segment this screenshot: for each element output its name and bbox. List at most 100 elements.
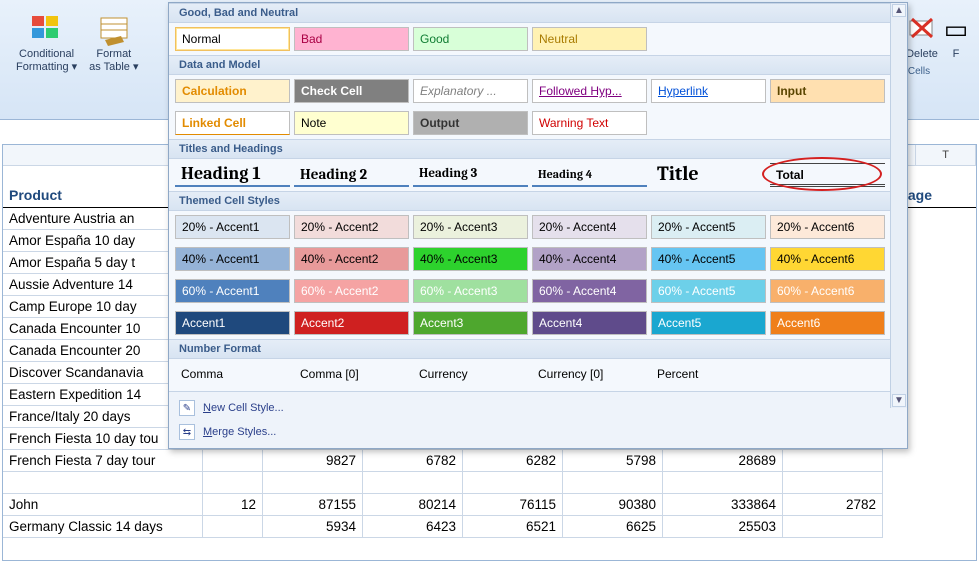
cell-value[interactable]: 80214 — [363, 494, 463, 516]
style-currency[interactable]: Currency — [413, 363, 528, 387]
table-row[interactable]: Germany Classic 14 days 59346423652166252… — [3, 516, 976, 538]
style-20-accent3[interactable]: 20% - Accent3 — [413, 215, 528, 239]
cell-value[interactable] — [363, 472, 463, 494]
style-accent3[interactable]: Accent3 — [413, 311, 528, 335]
cell-value[interactable] — [263, 472, 363, 494]
style-60-accent2[interactable]: 60% - Accent2 — [294, 279, 409, 303]
colhead-t[interactable]: T — [916, 145, 976, 165]
table-row[interactable]: French Fiesta 7 day tour 9827678262825798… — [3, 450, 976, 472]
category-themed: Themed Cell Styles — [169, 191, 907, 211]
cell-value[interactable]: 6782 — [363, 450, 463, 472]
cell-product[interactable]: French Fiesta 7 day tour — [3, 450, 203, 472]
table-row[interactable] — [3, 472, 976, 494]
style-20-accent6[interactable]: 20% - Accent6 — [770, 215, 885, 239]
new-cell-style-label: New Cell Style... — [203, 402, 284, 414]
style-40-accent1[interactable]: 40% - Accent1 — [175, 247, 290, 271]
conditional-formatting-button[interactable]: Conditional Formatting ▾ — [10, 6, 83, 77]
style-accent1[interactable]: Accent1 — [175, 311, 290, 335]
cell-value[interactable] — [783, 450, 883, 472]
style-warning-text[interactable]: Warning Text — [532, 111, 647, 135]
style-comma[interactable]: Comma — [175, 363, 290, 387]
cell-value[interactable]: 6423 — [363, 516, 463, 538]
style-accent5[interactable]: Accent5 — [651, 311, 766, 335]
style-40-accent4[interactable]: 40% - Accent4 — [532, 247, 647, 271]
cell-value[interactable] — [663, 472, 783, 494]
style-heading3[interactable]: Heading 3 — [413, 163, 528, 187]
style-explanatory[interactable]: Explanatory ... — [413, 79, 528, 103]
style-20-accent1[interactable]: 20% - Accent1 — [175, 215, 290, 239]
cell-value[interactable]: 5934 — [263, 516, 363, 538]
style-normal[interactable]: Normal — [175, 27, 290, 51]
cell-value[interactable]: 76115 — [463, 494, 563, 516]
cell-value[interactable]: 333864 — [663, 494, 783, 516]
style-check-cell[interactable]: Check Cell — [294, 79, 409, 103]
style-heading2[interactable]: Heading 2 — [294, 163, 409, 187]
cell-value[interactable]: 6282 — [463, 450, 563, 472]
cell-value[interactable] — [783, 472, 883, 494]
style-60-accent4[interactable]: 60% - Accent4 — [532, 279, 647, 303]
style-60-accent5[interactable]: 60% - Accent5 — [651, 279, 766, 303]
cell-value[interactable]: 12 — [203, 494, 263, 516]
style-calculation[interactable]: Calculation — [175, 79, 290, 103]
style-neutral[interactable]: Neutral — [532, 27, 647, 51]
format-as-table-button[interactable]: Format as Table ▾ — [83, 6, 144, 77]
scroll-down-icon[interactable]: ▼ — [892, 394, 906, 407]
style-output[interactable]: Output — [413, 111, 528, 135]
style-accent2[interactable]: Accent2 — [294, 311, 409, 335]
cell-value[interactable]: 2782 — [783, 494, 883, 516]
cell-product[interactable]: John — [3, 494, 203, 516]
style-currency0[interactable]: Currency [0] — [532, 363, 647, 387]
style-input[interactable]: Input — [770, 79, 885, 103]
cell-value[interactable]: 87155 — [263, 494, 363, 516]
category-number-format: Number Format — [169, 339, 907, 359]
style-comma0[interactable]: Comma [0] — [294, 363, 409, 387]
merge-styles-menuitem[interactable]: ⇆ Merge Styles... — [175, 420, 901, 444]
style-40-accent2[interactable]: 40% - Accent2 — [294, 247, 409, 271]
table-row[interactable]: John12871558021476115903803338642782 — [3, 494, 976, 516]
cell-value[interactable]: 90380 — [563, 494, 663, 516]
cell-value[interactable]: 5798 — [563, 450, 663, 472]
cell-value[interactable] — [463, 472, 563, 494]
cell-value[interactable]: 28689 — [663, 450, 783, 472]
category-titles-headings: Titles and Headings — [169, 139, 907, 159]
style-60-accent3[interactable]: 60% - Accent3 — [413, 279, 528, 303]
style-40-accent6[interactable]: 40% - Accent6 — [770, 247, 885, 271]
cell-product[interactable] — [3, 472, 203, 494]
style-60-accent1[interactable]: 60% - Accent1 — [175, 279, 290, 303]
style-20-accent2[interactable]: 20% - Accent2 — [294, 215, 409, 239]
style-title[interactable]: Title — [651, 163, 766, 187]
style-heading4[interactable]: Heading 4 — [532, 163, 647, 187]
style-heading1[interactable]: Heading 1 — [175, 163, 290, 187]
style-40-accent3[interactable]: 40% - Accent3 — [413, 247, 528, 271]
style-total[interactable]: Total — [770, 163, 885, 187]
style-20-accent4[interactable]: 20% - Accent4 — [532, 215, 647, 239]
format-button[interactable]: ▭ F — [947, 6, 965, 64]
gallery-scrollbar[interactable]: ▲ ▼ — [890, 3, 907, 408]
style-linked-cell[interactable]: Linked Cell — [175, 111, 290, 135]
cell-value[interactable] — [203, 472, 263, 494]
style-bad[interactable]: Bad — [294, 27, 409, 51]
style-note[interactable]: Note — [294, 111, 409, 135]
cell-value[interactable]: 9827 — [263, 450, 363, 472]
cell-product[interactable]: Germany Classic 14 days — [3, 516, 203, 538]
cell-value[interactable] — [783, 516, 883, 538]
format-as-table-label2: as Table ▾ — [89, 60, 138, 73]
style-good[interactable]: Good — [413, 27, 528, 51]
style-followed-hyp[interactable]: Followed Hyp... — [532, 79, 647, 103]
style-60-accent6[interactable]: 60% - Accent6 — [770, 279, 885, 303]
style-20-accent5[interactable]: 20% - Accent5 — [651, 215, 766, 239]
cell-value[interactable]: 6625 — [563, 516, 663, 538]
new-cell-style-menuitem[interactable]: ✎ New Cell Style... — [175, 396, 901, 420]
cell-value[interactable] — [563, 472, 663, 494]
style-hyperlink[interactable]: Hyperlink — [651, 79, 766, 103]
scroll-up-icon[interactable]: ▲ — [892, 4, 906, 17]
style-percent[interactable]: Percent — [651, 363, 766, 387]
cell-value[interactable]: 6521 — [463, 516, 563, 538]
row-accent-40: 40% - Accent140% - Accent240% - Accent34… — [169, 243, 907, 275]
cell-value[interactable] — [203, 450, 263, 472]
style-accent6[interactable]: Accent6 — [770, 311, 885, 335]
cell-value[interactable] — [203, 516, 263, 538]
cell-value[interactable]: 25503 — [663, 516, 783, 538]
style-40-accent5[interactable]: 40% - Accent5 — [651, 247, 766, 271]
style-accent4[interactable]: Accent4 — [532, 311, 647, 335]
